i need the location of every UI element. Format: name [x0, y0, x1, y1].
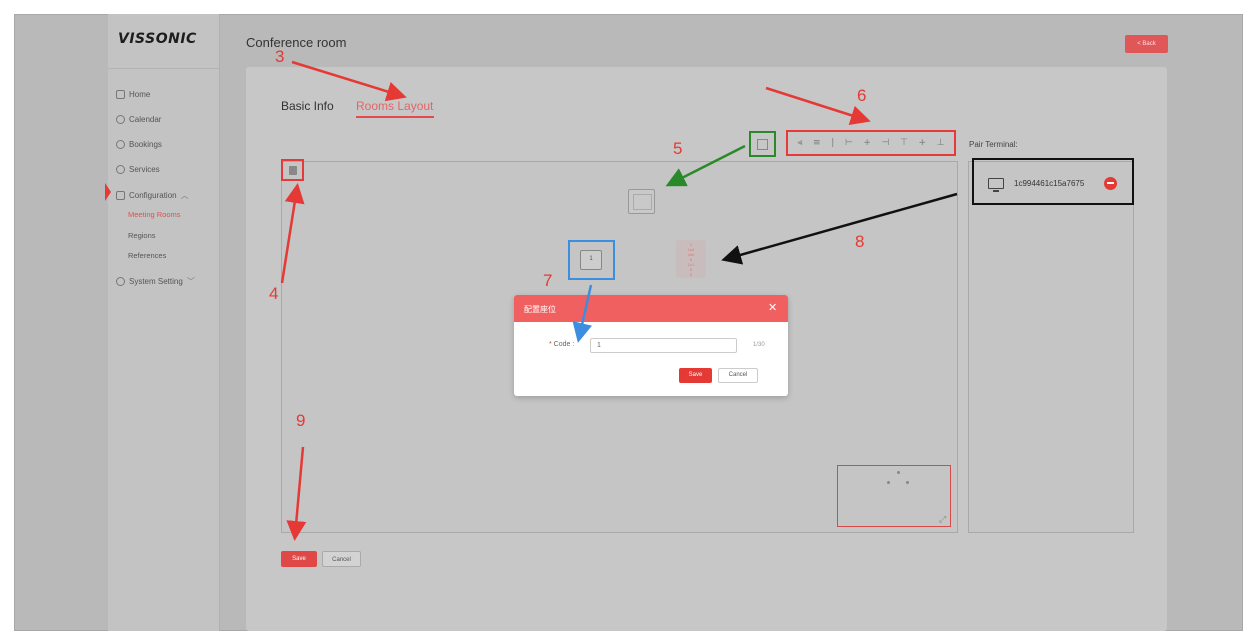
sidebar-item-label: System Setting — [129, 277, 183, 286]
lock-icon — [289, 166, 297, 175]
terminal-node-text: 1 1a4 4d0 6 1c1 5 6 — [687, 242, 695, 277]
lock-toggle[interactable] — [281, 159, 304, 181]
align-right-icon[interactable]: | — [831, 138, 834, 148]
page-title: Conference room — [246, 35, 347, 50]
bookings-icon — [116, 140, 125, 149]
active-indicator — [105, 183, 111, 201]
dialog-cancel-button[interactable]: Cancel — [718, 368, 758, 383]
sidebar-item-label: Configuration — [129, 191, 177, 200]
logo: VISSONIC — [118, 31, 197, 47]
configure-seat-dialog: 配置座位 ✕ * Code : 1 1/30 Save Cancel — [514, 295, 788, 396]
tab-basic-info[interactable]: Basic Info — [281, 99, 334, 113]
sidebar-item-home[interactable]: Home — [116, 90, 150, 99]
minimap[interactable] — [837, 465, 951, 527]
remove-terminal-icon[interactable] — [1104, 177, 1117, 190]
sidebar-item-calendar[interactable]: Calendar — [116, 115, 161, 124]
pair-terminal-label: Pair Terminal: — [969, 140, 1018, 149]
align-center-icon[interactable]: ≡ — [813, 138, 821, 148]
sidebar-item-services[interactable]: Services — [116, 165, 160, 174]
cancel-button[interactable]: Cancel — [322, 551, 361, 567]
align-middle-icon[interactable]: + — [863, 138, 871, 148]
dialog-title: 配置座位 — [524, 305, 556, 314]
annotation-5: 5 — [673, 139, 683, 158]
seat-element[interactable]: 1 — [568, 240, 615, 280]
save-button[interactable]: Save — [281, 551, 317, 567]
active-tab-underline — [356, 116, 434, 118]
terminal-node[interactable]: 1 1a4 4d0 6 1c1 5 6 — [676, 240, 706, 278]
settings-icon — [116, 277, 125, 286]
screen-element[interactable] — [628, 189, 655, 214]
terminal-item[interactable]: 1c994461c15a7675 — [972, 158, 1134, 205]
dialog-save-button[interactable]: Save — [679, 368, 712, 383]
pair-terminal-panel — [968, 161, 1134, 533]
sidebar-item-label: Bookings — [129, 140, 162, 149]
code-counter: 1/30 — [753, 342, 765, 348]
annotation-3: 3 — [275, 47, 285, 66]
add-screen-tool[interactable] — [749, 131, 776, 157]
sidebar-subitem-regions[interactable]: Regions — [128, 231, 156, 240]
seat-code: 1 — [589, 256, 593, 262]
dialog-header: 配置座位 ✕ — [514, 295, 788, 322]
annotation-9: 9 — [296, 411, 306, 430]
chevron-down-icon: ﹀ — [186, 277, 195, 286]
close-icon[interactable]: ✕ — [768, 301, 777, 314]
tab-rooms-layout[interactable]: Rooms Layout — [356, 99, 433, 113]
terminal-id: 1c994461c15a7675 — [1014, 179, 1085, 188]
code-label: * Code : — [549, 341, 575, 348]
configuration-icon — [116, 191, 125, 200]
code-input[interactable]: 1 — [590, 338, 737, 353]
sidebar-item-bookings[interactable]: Bookings — [116, 140, 162, 149]
annotation-7: 7 — [543, 271, 553, 290]
distribute-h-icon[interactable]: ⊢ — [845, 138, 853, 148]
monitor-icon — [988, 178, 1004, 192]
screenshot-root: VISSONIC Home Calendar Bookings Services… — [0, 0, 1243, 631]
distribute-v-icon[interactable]: ⊣ — [882, 138, 890, 148]
annotation-6: 6 — [857, 86, 867, 105]
calendar-icon — [116, 115, 125, 124]
services-icon — [116, 165, 125, 174]
sidebar-item-configuration[interactable]: Configuration ︿ — [116, 190, 189, 201]
align-top-icon[interactable]: ⊤ — [900, 138, 908, 148]
sidebar: VISSONIC Home Calendar Bookings Services… — [105, 14, 220, 631]
sidebar-item-label: Services — [129, 165, 160, 174]
screen-icon — [757, 139, 768, 150]
home-icon — [116, 90, 125, 99]
annotation-8: 8 — [855, 232, 865, 251]
back-button[interactable]: < Back — [1125, 35, 1168, 53]
sidebar-item-label: Home — [129, 90, 151, 99]
chevron-up-icon: ︿ — [180, 191, 189, 200]
sidebar-subitem-references[interactable]: References — [128, 251, 166, 260]
align-bottom-icon[interactable]: ⊥ — [937, 138, 945, 148]
expand-icon[interactable]: ⤢ — [939, 514, 946, 525]
align-vcenter-icon[interactable]: + — [919, 138, 927, 148]
sidebar-divider — [108, 68, 219, 69]
alignment-toolbar: ⫷ ≡ | ⊢ + ⊣ ⊤ + ⊥ — [786, 130, 956, 156]
align-left-icon[interactable]: ⫷ — [797, 138, 802, 148]
sidebar-item-label: Calendar — [129, 115, 162, 124]
sidebar-subitem-meeting-rooms[interactable]: Meeting Rooms — [128, 210, 181, 219]
annotation-4: 4 — [269, 284, 279, 303]
sidebar-item-system-setting[interactable]: System Setting ﹀ — [116, 276, 195, 287]
